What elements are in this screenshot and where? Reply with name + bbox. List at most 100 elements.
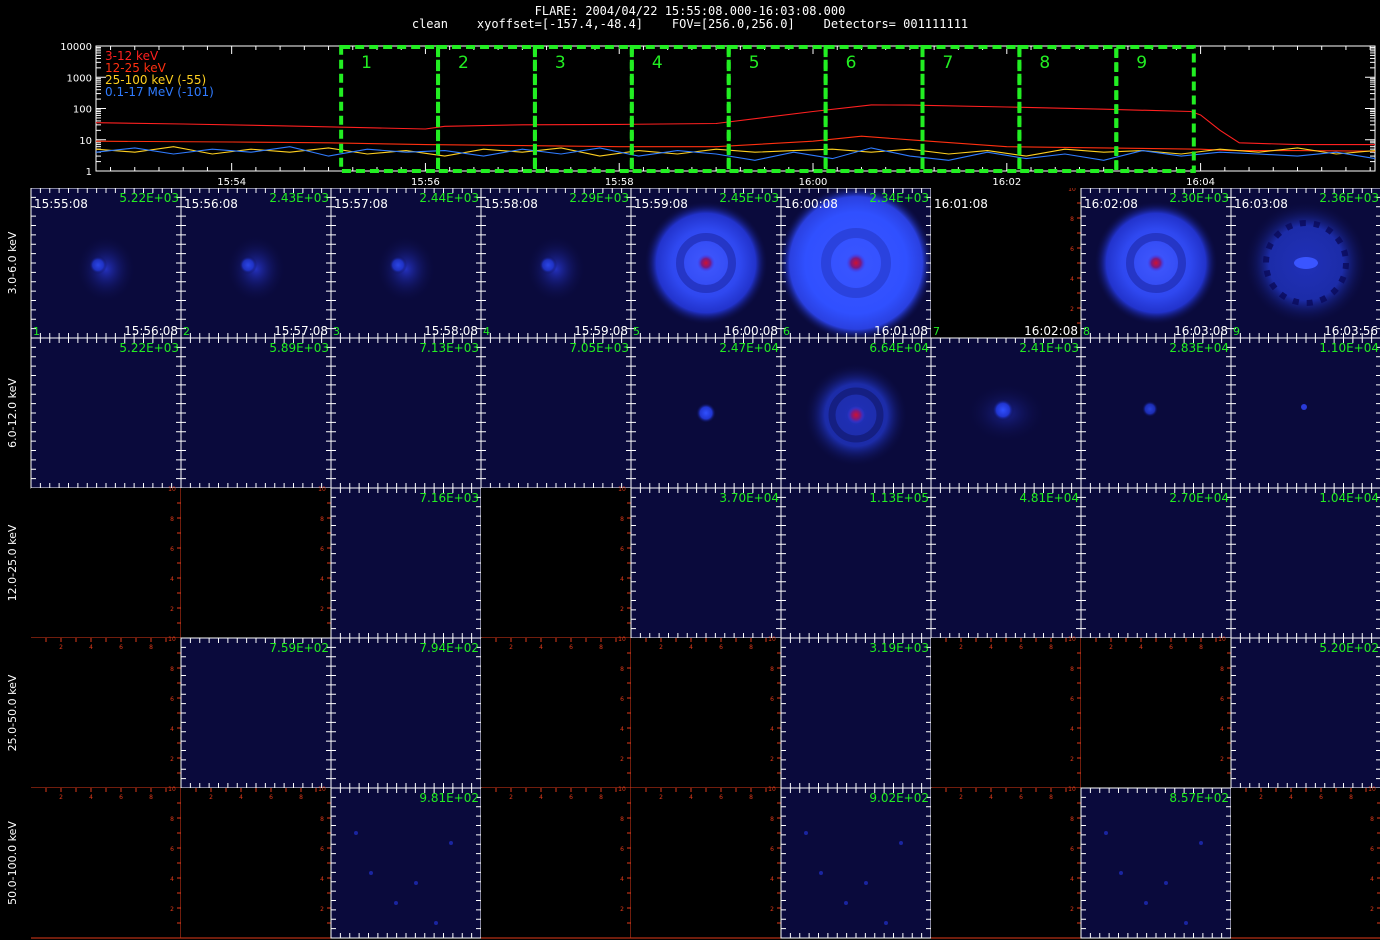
image-cell: 8.57E+02	[1080, 787, 1232, 939]
cell-value-label: 2.45E+03	[719, 191, 779, 205]
cell-background	[331, 338, 481, 488]
cell-axis-label: 2	[1370, 906, 1374, 913]
speckle-dot	[394, 901, 398, 905]
interval-label-5: 5	[749, 53, 760, 73]
cell-axis-label: 2	[620, 756, 624, 763]
cell-axis-label: 6	[1319, 794, 1323, 801]
cell-value-label: 3.19E+03	[869, 641, 929, 655]
cell-axis-label: 8	[149, 644, 153, 651]
image-cell: 9.02E+02	[780, 787, 932, 939]
cell-axis-label: 4	[539, 794, 543, 801]
cell-axis-label: 2	[1070, 756, 1074, 763]
speckle-dot	[1144, 901, 1148, 905]
cell-value-label: 9.81E+02	[419, 791, 479, 805]
cell-background	[481, 488, 631, 638]
cell-axis-label: 2	[320, 906, 324, 913]
speckle-dot	[414, 881, 418, 885]
speckle-dot	[449, 841, 453, 845]
cell-index: 2	[183, 325, 190, 338]
cell-axis-label: 6	[719, 794, 723, 801]
cell-value-label: 2.41E+03	[1019, 341, 1079, 355]
cell-value-label: 4.81E+04	[1019, 491, 1079, 505]
cell-axis-label: 4	[989, 794, 993, 801]
cell-background	[1231, 488, 1380, 638]
cell-value-label: 7.05E+03	[569, 341, 629, 355]
image-cell: 2.83E+04	[1080, 337, 1232, 489]
cell-axis-label: 8	[299, 794, 303, 801]
interval-box-4	[629, 45, 731, 173]
cell-axis-label: 4	[1289, 794, 1293, 801]
cell-axis-label: 4	[89, 644, 93, 651]
cell-axis-label: 8	[599, 794, 603, 801]
cell-background	[1081, 488, 1231, 638]
cell-axis-label: 8	[1220, 666, 1224, 673]
cell-image-halo	[804, 363, 908, 467]
cell-axis-label: 2	[59, 644, 63, 651]
cell-value-label: 2.34E+03	[869, 191, 929, 205]
image-cell: 2.41E+03	[930, 337, 1082, 489]
cell-background	[481, 638, 631, 788]
cell-image-faint	[76, 235, 136, 303]
cell-background	[331, 638, 481, 788]
image-cell: 2 2 4 4 6 6 8 8 10	[1231, 786, 1380, 939]
image-cell: 2 2 4 4 6 6 8 8 10	[31, 636, 182, 789]
cell-value-label: 5.20E+02	[1319, 641, 1379, 655]
image-cell: 5.22E+03 15:55:08 15:56:08 1	[30, 188, 182, 339]
cell-start-time: 16:01:08	[934, 197, 988, 211]
image-cell: 1.13E+05	[780, 487, 932, 639]
cell-background	[181, 338, 331, 488]
cell-axis-label: 10	[768, 636, 776, 643]
cell-axis-label: 10	[768, 786, 776, 793]
halo-core	[847, 406, 865, 424]
cell-axis-label: 6	[620, 696, 624, 703]
cell-axis-label: 2	[620, 606, 624, 613]
cell-axis-label: 2	[1070, 906, 1074, 913]
cell-axis-label: 4	[1220, 726, 1224, 733]
cell-axis-label: 10	[1368, 786, 1376, 793]
cell-axis-label: 4	[320, 876, 324, 883]
cell-axis-label: 8	[620, 516, 624, 523]
cell-start-time: 15:57:08	[334, 197, 388, 211]
image-cell: 2 4 6 8 10	[481, 486, 632, 639]
cell-value-label: 8.57E+02	[1169, 791, 1229, 805]
cell-value-label: 1.13E+05	[869, 491, 929, 505]
image-cell: 2 2 4 4 6 6 8 8 10	[631, 786, 782, 939]
series-line-1	[95, 104, 1375, 146]
cell-start-time: 16:00:08	[784, 197, 838, 211]
cell-axis-label: 2	[509, 644, 513, 651]
image-cell: 1.10E+04	[1230, 337, 1380, 489]
cell-background	[631, 788, 781, 938]
speckle-dot	[1199, 841, 1203, 845]
cell-value-label: 7.13E+03	[419, 341, 479, 355]
y-tick-label: 10000	[60, 42, 92, 53]
image-cell: 2.29E+03 15:58:08 15:59:08 4	[480, 188, 632, 339]
cell-axis-label: 2	[1259, 794, 1263, 801]
image-cell: 2.47E+04	[630, 337, 782, 489]
cell-background	[181, 638, 331, 788]
cell-axis-label: 2	[659, 794, 663, 801]
speckle-dot	[434, 921, 438, 925]
image-cell: 2.44E+03 15:57:08 15:58:08 3	[330, 188, 482, 339]
cell-axis-label: 4	[620, 726, 624, 733]
cell-background	[781, 788, 931, 938]
cell-axis-label: 6	[770, 846, 774, 853]
cell-axis-label: 10	[168, 786, 176, 793]
cell-axis-label: 10	[1218, 636, 1226, 643]
cell-end-time: 16:03:08	[1174, 324, 1228, 338]
cell-index: 3	[333, 325, 340, 338]
cell-value-label: 2.29E+03	[569, 191, 629, 205]
image-cell: 2.30E+03 16:02:08 16:03:08 8	[1080, 188, 1232, 339]
cell-axis-label: 6	[770, 696, 774, 703]
cell-background	[31, 488, 181, 638]
cell-background	[331, 488, 481, 638]
interval-label-6: 6	[846, 53, 857, 73]
cell-axis-label: 6	[119, 644, 123, 651]
cell-axis-label: 2	[509, 794, 513, 801]
cell-image-dot	[1301, 404, 1307, 410]
cell-value-label: 5.89E+03	[269, 341, 329, 355]
image-cell: 2.34E+03 16:00:08 16:01:08 6	[780, 188, 932, 339]
cell-end-time: 16:01:08	[874, 324, 928, 338]
cell-axis-label: 2	[170, 606, 174, 613]
cell-background	[31, 338, 181, 488]
cell-value-label: 1.04E+04	[1319, 491, 1379, 505]
